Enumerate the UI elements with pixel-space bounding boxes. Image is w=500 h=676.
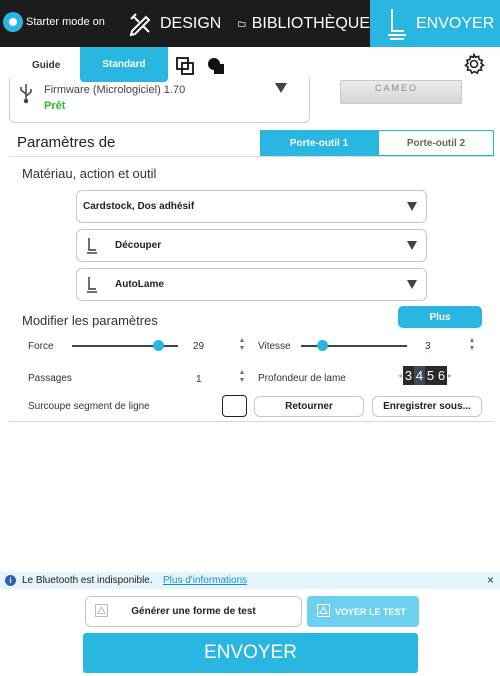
increase-arrow-icon[interactable]: ▸ [447,371,453,380]
test-triangle-icon [95,604,108,622]
tab-tool-holder-1[interactable]: Porte-outil 1 [260,130,378,156]
tool-select[interactable]: AutoLame [76,268,427,301]
subtab-standard[interactable]: Standard [80,47,168,82]
overcut-label: Surcoupe segment de ligne [28,401,150,412]
passes-value: 1 [196,374,202,385]
divider [9,421,494,422]
blade-tool-icon [87,277,97,293]
starter-mode-label: Starter mode on [26,16,105,28]
save-as-button[interactable]: Enregistrer sous... [372,396,482,417]
more-info-link[interactable]: Plus d'informations [163,575,247,586]
material-select[interactable]: Cardstock, Dos adhésif [76,190,427,223]
blade-depth-digit[interactable]: 6 [436,366,447,385]
tab-tool-holder-2[interactable]: Porte-outil 2 [378,130,494,156]
blade-send-icon [388,8,406,40]
blade-depth-digit[interactable]: 5 [425,366,436,385]
blade-depth-picker[interactable]: ◂ 3 3 4 5 6 ▸ [397,366,463,385]
tab-library-label: BIBLIOTHÈQUE [251,14,370,32]
tab-send[interactable]: ENVOYER [370,0,500,47]
send-button[interactable]: ENVOYER [83,633,418,673]
machine-dropdown-arrow-icon[interactable] [275,83,287,93]
design-pencil-ruler-icon [129,12,151,36]
parameters-title: Paramètres de [17,134,116,151]
blade-depth-digit-selected[interactable]: 4 [414,366,425,385]
speed-label: Vitesse [258,341,291,352]
more-button[interactable]: Plus [398,306,482,328]
starter-mode-toggle[interactable] [3,12,23,32]
passes-stepper[interactable]: ▲ ▼ [238,369,246,385]
gear-icon[interactable] [463,52,485,80]
machine-brand-text: CAMEO [375,83,419,93]
chevron-down-icon [407,241,417,250]
chevron-down-icon [407,202,417,211]
action-select-value: Découper [115,240,162,251]
chevron-down-icon [407,280,417,289]
fill-shapes-icon[interactable] [207,57,225,80]
firmware-version: Firmware (Micrologiciel) 1.70 [44,84,186,96]
speed-slider-handle[interactable] [316,340,328,351]
material-select-value: Cardstock, Dos adhésif [83,201,195,212]
tool-select-value: AutoLame [115,279,164,290]
action-select[interactable]: Découper [76,229,427,262]
layers-outline-icon[interactable] [176,57,194,80]
divider [9,156,494,157]
return-button[interactable]: Retourner [254,396,364,417]
tab-design-label: DESIGN [160,14,222,32]
generate-test-shape-button[interactable]: Générer une forme de test [85,596,302,627]
test-triangle-icon [317,604,330,622]
force-value: 29 [193,341,205,352]
close-icon[interactable]: × [487,573,494,587]
subtab-guide[interactable]: Guide [32,60,60,71]
force-stepper[interactable]: ▲ ▼ [238,337,246,353]
bluetooth-message: Le Bluetooth est indisponible. [22,575,153,586]
passes-label: Passages [28,373,72,384]
modify-settings-title: Modifier les paramètres [22,313,158,328]
blade-depth-label: Profondeur de lame [258,373,346,384]
blade-tool-icon [87,238,97,254]
blade-depth-digit[interactable]: 3 [403,366,414,385]
speed-value: 3 [425,341,431,352]
material-section-title: Matériau, action et outil [22,166,157,181]
machine-ready-status: Prêt [44,100,66,112]
overcut-checkbox[interactable] [222,395,247,417]
speed-stepper[interactable]: ▲ ▼ [468,337,476,353]
usb-icon [18,82,34,109]
folder-icon [238,20,246,27]
force-slider-handle[interactable] [153,340,165,351]
info-icon: i [5,575,16,586]
force-label: Force [28,341,54,352]
tab-design[interactable]: DESIGN [128,0,221,47]
tab-send-label: ENVOYER [416,14,495,32]
tab-library[interactable]: BIBLIOTHÈQUE [238,0,370,47]
